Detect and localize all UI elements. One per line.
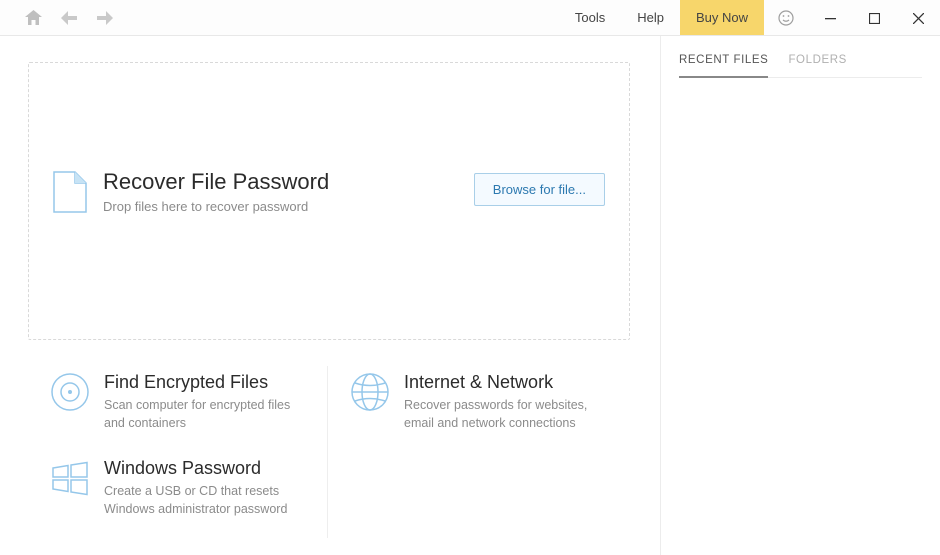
sidebar-tabs: RECENT FILES FOLDERS	[679, 54, 922, 78]
menu-buy-now[interactable]: Buy Now	[680, 0, 764, 35]
home-icon	[25, 10, 42, 25]
main-panel: Recover File Password Drop files here to…	[0, 36, 660, 555]
tab-recent-files[interactable]: RECENT FILES	[679, 54, 768, 78]
card-internet-sub: Recover passwords for websites, email an…	[404, 397, 604, 432]
menu-tools[interactable]: Tools	[559, 0, 621, 35]
arrow-left-icon	[61, 11, 77, 25]
card-find-encrypted[interactable]: Find Encrypted Files Scan computer for e…	[28, 366, 328, 452]
dropzone-subtitle: Drop files here to recover password	[103, 199, 474, 214]
card-windows-password[interactable]: Windows Password Create a USB or CD that…	[28, 452, 328, 538]
globe-icon	[350, 372, 390, 412]
minimize-icon	[825, 13, 836, 24]
file-dropzone[interactable]: Recover File Password Drop files here to…	[28, 62, 630, 340]
maximize-button[interactable]	[852, 0, 896, 36]
smile-icon	[778, 10, 794, 26]
nav-controls	[0, 0, 122, 35]
browse-file-button[interactable]: Browse for file...	[474, 173, 605, 206]
disc-icon	[50, 372, 90, 412]
sidebar: RECENT FILES FOLDERS	[660, 36, 940, 555]
tab-folders[interactable]: FOLDERS	[788, 54, 847, 78]
maximize-icon	[869, 13, 880, 24]
back-button[interactable]	[52, 0, 86, 36]
card-windows-title: Windows Password	[104, 458, 304, 479]
close-button[interactable]	[896, 0, 940, 36]
card-find-sub: Scan computer for encrypted files and co…	[104, 397, 304, 432]
feedback-button[interactable]	[764, 0, 808, 36]
menu-help[interactable]: Help	[621, 0, 680, 35]
titlebar: Tools Help Buy Now	[0, 0, 940, 36]
home-button[interactable]	[16, 0, 50, 36]
minimize-button[interactable]	[808, 0, 852, 36]
file-icon	[53, 169, 93, 218]
window-controls	[764, 0, 940, 35]
card-find-title: Find Encrypted Files	[104, 372, 304, 393]
card-internet-network[interactable]: Internet & Network Recover passwords for…	[328, 366, 628, 452]
arrow-right-icon	[97, 11, 113, 25]
windows-icon	[50, 458, 90, 498]
card-windows-sub: Create a USB or CD that resets Windows a…	[104, 483, 304, 518]
dropzone-title: Recover File Password	[103, 169, 474, 195]
close-icon	[913, 13, 924, 24]
forward-button[interactable]	[88, 0, 122, 36]
card-internet-title: Internet & Network	[404, 372, 604, 393]
